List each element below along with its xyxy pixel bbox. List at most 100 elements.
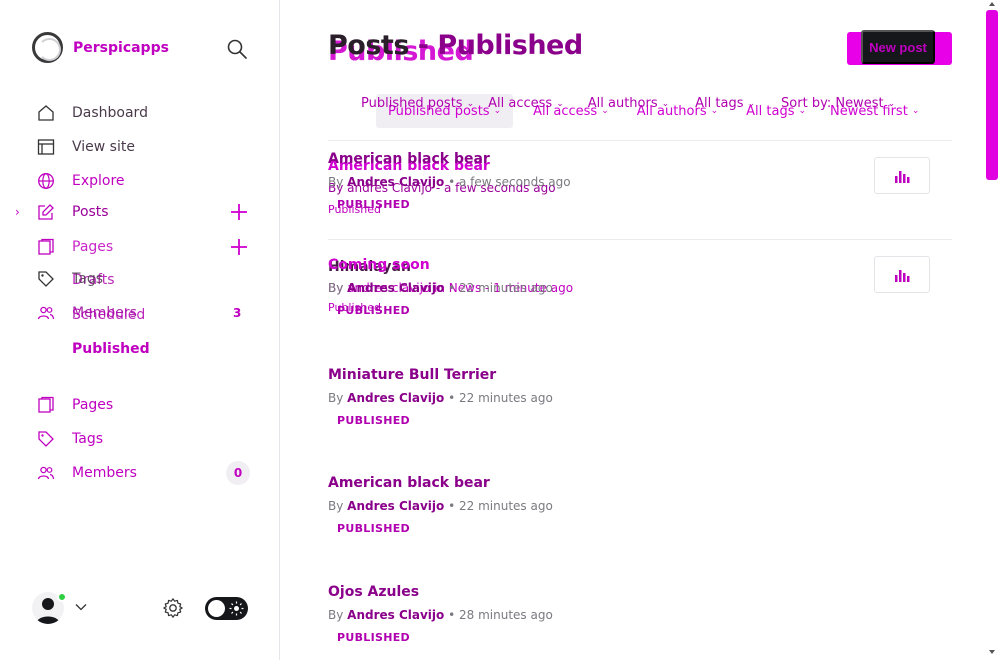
nav-tags[interactable]: Tags [36, 427, 103, 451]
filter-sort-ghost-label: Sort by: Newest [781, 96, 884, 111]
post-analytics-button[interactable] [874, 157, 930, 194]
post-row[interactable]: Ojos Azules By Andres Clavijo • 28 minut… [328, 584, 952, 644]
nav-posts[interactable]: Posts [36, 200, 109, 224]
filter-tags-ghost-label: All tags [695, 96, 744, 111]
nav-tags-ghost-label: Tags [72, 271, 103, 287]
filter-bar-ghost: Published posts ⌄ All access ⌄ All authors… [361, 96, 909, 111]
new-post-button[interactable]: New post [861, 30, 935, 64]
post-title[interactable]: Miniature Bull Terrier [328, 367, 952, 383]
nav-dashboard[interactable]: Dashboard [36, 101, 148, 125]
nav-posts-label: Posts [72, 204, 109, 220]
status-badge: PUBLISHED [337, 304, 410, 317]
post-meta: By Andres Clavijo • 22 minutes ago [328, 281, 553, 295]
new-page-plus-icon[interactable] [229, 237, 249, 257]
globe-icon [36, 171, 56, 191]
brand[interactable]: Perspicapps [32, 32, 169, 63]
post-author[interactable]: Andres Clavijo [347, 281, 444, 295]
post-row[interactable]: American black bear By Andres Clavijo • … [328, 151, 952, 211]
chevron-down-icon[interactable] [74, 600, 88, 614]
page-title-sep: - [408, 30, 438, 61]
scroll-down-arrow-icon[interactable] [988, 648, 996, 656]
post-by: By [328, 499, 344, 513]
toggle-knob [208, 600, 225, 617]
post-time: 22 minutes ago [459, 499, 553, 513]
chevron-down-icon: ⌄ [661, 98, 670, 109]
main-content: Published Posts - Published New post Pub… [280, 0, 1000, 660]
nav-explore-label: Explore [72, 173, 125, 189]
list-divider [328, 140, 952, 141]
members-icon [36, 303, 56, 323]
filter-sort-ghost[interactable]: Sort by: Newest ⌄ [781, 96, 895, 111]
scrollbar-thumb[interactable] [986, 10, 998, 180]
post-time: 28 minutes ago [459, 608, 553, 622]
post-time: 22 minutes ago [459, 281, 553, 295]
sun-icon [229, 601, 244, 616]
filter-authors-ghost[interactable]: All authors ⌄ [588, 96, 669, 111]
post-row[interactable]: American black bear By Andres Clavijo • … [328, 475, 952, 535]
posts-expand-chevron-icon[interactable]: › [15, 205, 20, 219]
search-icon[interactable] [226, 38, 248, 60]
members-count: 0 [226, 461, 250, 485]
post-by: By [328, 281, 344, 295]
filter-tags-ghost[interactable]: All tags ⌄ [695, 96, 755, 111]
page-title: Posts - Published [328, 30, 583, 61]
nav-explore[interactable]: Explore [36, 169, 125, 193]
nav-pages-label: Pages [72, 397, 114, 413]
post-by: By [328, 608, 344, 622]
nav-members[interactable]: Members [36, 461, 137, 485]
chevron-down-icon: ⌄ [887, 98, 896, 109]
theme-toggle[interactable] [205, 597, 248, 620]
nav-pages-ghost[interactable]: Pages [36, 235, 113, 259]
page-icon [36, 237, 56, 257]
post-analytics-button[interactable] [874, 256, 930, 293]
chevron-down-icon: ⌄ [747, 98, 756, 109]
nav-view-site[interactable]: View site [36, 135, 135, 159]
filter-access-ghost[interactable]: All access ⌄ [488, 96, 564, 111]
members-count-badge: 3 [233, 306, 242, 320]
members-icon [36, 463, 56, 483]
list-divider [328, 239, 952, 240]
post-meta: By Andres Clavijo • 22 minutes ago [328, 391, 553, 405]
chevron-down-icon: ⌄ [556, 98, 564, 109]
post-by: By [328, 175, 344, 189]
home-icon [36, 103, 56, 123]
post-title[interactable]: Coming soon [328, 257, 952, 273]
gear-icon[interactable] [162, 597, 184, 619]
chevron-down-icon: ⌄ [466, 98, 475, 109]
edit-icon [36, 202, 56, 222]
post-by: By [328, 391, 344, 405]
chevron-down-icon: ⌄ [911, 106, 920, 116]
sidebar: Perspicapps Dashboard View site Explore … [0, 0, 280, 660]
nav-pages-ghost-label: Pages [72, 239, 114, 255]
nav-view-site-label: View site [72, 139, 135, 155]
filter-authors-ghost-label: All authors [587, 96, 658, 111]
nav-tags-label: Tags [72, 431, 103, 447]
new-post-plus-icon[interactable] [229, 202, 249, 222]
post-author[interactable]: Andres Clavijo [347, 175, 444, 189]
post-title[interactable]: Ojos Azules [328, 584, 952, 600]
nav-scheduled[interactable]: Scheduled [72, 307, 145, 323]
post-author[interactable]: Andres Clavijo [347, 499, 444, 513]
brand-name: Perspicapps [73, 39, 169, 56]
nav-pages[interactable]: Pages [36, 393, 113, 417]
post-title[interactable]: American black bear [328, 475, 952, 491]
post-row[interactable]: Miniature Bull Terrier By Andres Clavijo… [328, 367, 952, 427]
scroll-up-arrow-icon[interactable] [988, 0, 996, 8]
page-title-suffix: Published [437, 30, 583, 61]
post-meta: By Andres Clavijo • a few seconds ago [328, 175, 571, 189]
post-author[interactable]: Andres Clavijo [347, 608, 444, 622]
tag-icon [36, 269, 56, 289]
status-badge: PUBLISHED [337, 414, 410, 427]
nav-published[interactable]: Published [72, 341, 150, 357]
filter-access-ghost-label: All access [488, 96, 553, 111]
online-status-dot [57, 592, 67, 602]
post-title[interactable]: American black bear [328, 151, 952, 167]
status-badge: PUBLISHED [337, 522, 410, 535]
filter-type-ghost[interactable]: Published posts ⌄ [361, 96, 474, 111]
nav-members-label: Members [72, 465, 137, 481]
app-window: Perspicapps Dashboard View site Explore … [0, 0, 1000, 660]
post-row[interactable]: Coming soon By Andres Clavijo • 22 minut… [328, 257, 952, 317]
post-meta: By Andres Clavijo • 22 minutes ago [328, 499, 553, 513]
post-author[interactable]: Andres Clavijo [347, 391, 444, 405]
nav-tags-ghost[interactable]: Tags [36, 267, 103, 291]
